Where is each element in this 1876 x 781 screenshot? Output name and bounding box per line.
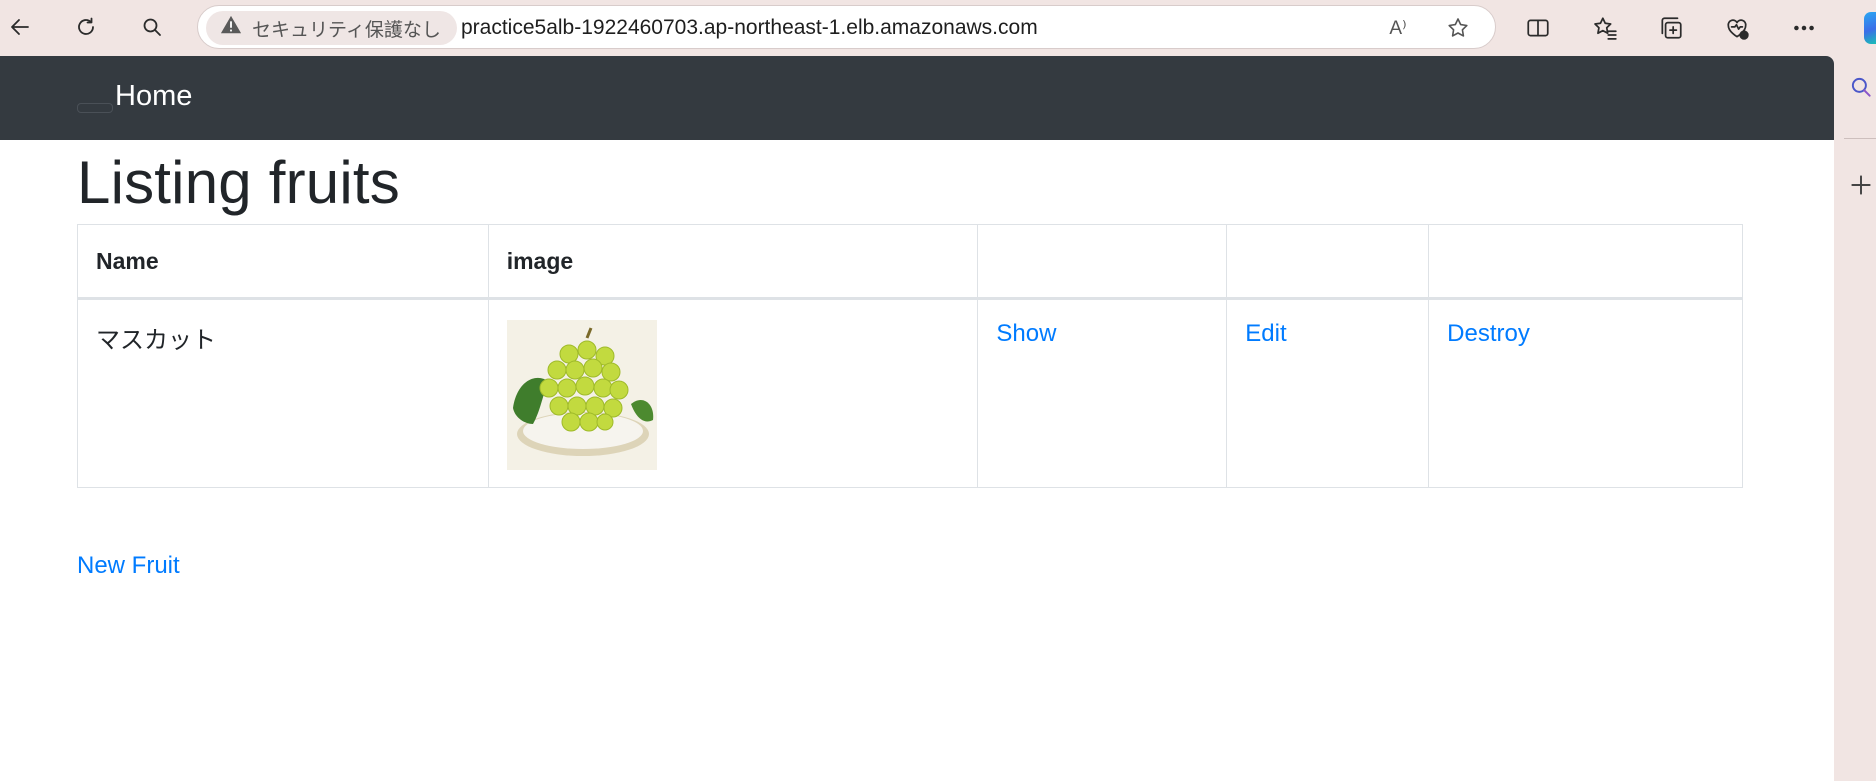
browser-essentials-icon[interactable] bbox=[1719, 10, 1755, 46]
search-icon[interactable] bbox=[134, 9, 170, 45]
page-viewport: Home Listing fruits Name image マスカット Sho… bbox=[0, 56, 1834, 781]
collections-icon[interactable] bbox=[1653, 10, 1689, 46]
column-header-destroy bbox=[1428, 224, 1743, 300]
new-fruit-link[interactable]: New Fruit bbox=[77, 552, 180, 580]
browser-sidebar bbox=[1834, 56, 1876, 781]
destroy-link[interactable]: Destroy bbox=[1447, 320, 1530, 347]
home-link[interactable]: Home bbox=[115, 80, 192, 113]
sidebar-search-icon[interactable] bbox=[1846, 72, 1876, 102]
refresh-icon[interactable] bbox=[68, 9, 104, 45]
security-label: セキュリティ保護なし bbox=[252, 19, 441, 41]
sidebar-add-icon[interactable] bbox=[1846, 170, 1876, 200]
navbar: Home bbox=[0, 56, 1834, 140]
warning-icon bbox=[220, 14, 242, 42]
copilot-icon[interactable] bbox=[1864, 12, 1876, 44]
split-screen-icon[interactable] bbox=[1520, 10, 1556, 46]
favorites-icon[interactable] bbox=[1587, 10, 1623, 46]
muscat-grapes-image bbox=[506, 320, 657, 470]
fruit-name-cell: マスカット bbox=[77, 298, 489, 488]
security-indicator[interactable]: セキュリティ保護なし bbox=[206, 11, 457, 45]
more-options-icon[interactable] bbox=[1786, 10, 1822, 46]
show-link[interactable]: Show bbox=[996, 320, 1056, 347]
edit-link[interactable]: Edit bbox=[1245, 320, 1286, 347]
browser-toolbar: セキュリティ保護なし practice5alb-1922460703.ap-no… bbox=[0, 0, 1876, 56]
read-aloud-icon[interactable]: A⁾ bbox=[1384, 15, 1412, 41]
edit-cell: Edit bbox=[1226, 298, 1430, 488]
table-row: マスカット Show Edit Destroy bbox=[77, 298, 1743, 488]
back-arrow-icon[interactable] bbox=[2, 9, 38, 45]
column-header-edit bbox=[1226, 224, 1430, 300]
destroy-cell: Destroy bbox=[1428, 298, 1743, 488]
column-header-show bbox=[977, 224, 1228, 300]
show-cell: Show bbox=[977, 298, 1228, 488]
url-text[interactable]: practice5alb-1922460703.ap-northeast-1.e… bbox=[461, 6, 1038, 50]
page-title: Listing fruits bbox=[77, 149, 400, 216]
sidebar-divider bbox=[1844, 138, 1876, 139]
fruits-table: Name image マスカット Show Edit Destroy bbox=[77, 224, 1743, 488]
address-bar[interactable]: セキュリティ保護なし practice5alb-1922460703.ap-no… bbox=[197, 5, 1496, 49]
column-header-image: image bbox=[487, 224, 979, 300]
fruit-image-cell bbox=[487, 298, 979, 488]
favorite-star-icon[interactable] bbox=[1444, 15, 1472, 41]
column-header-name: Name bbox=[77, 224, 489, 300]
navbar-toggler-button[interactable] bbox=[77, 103, 113, 113]
table-header-row: Name image bbox=[77, 224, 1743, 300]
